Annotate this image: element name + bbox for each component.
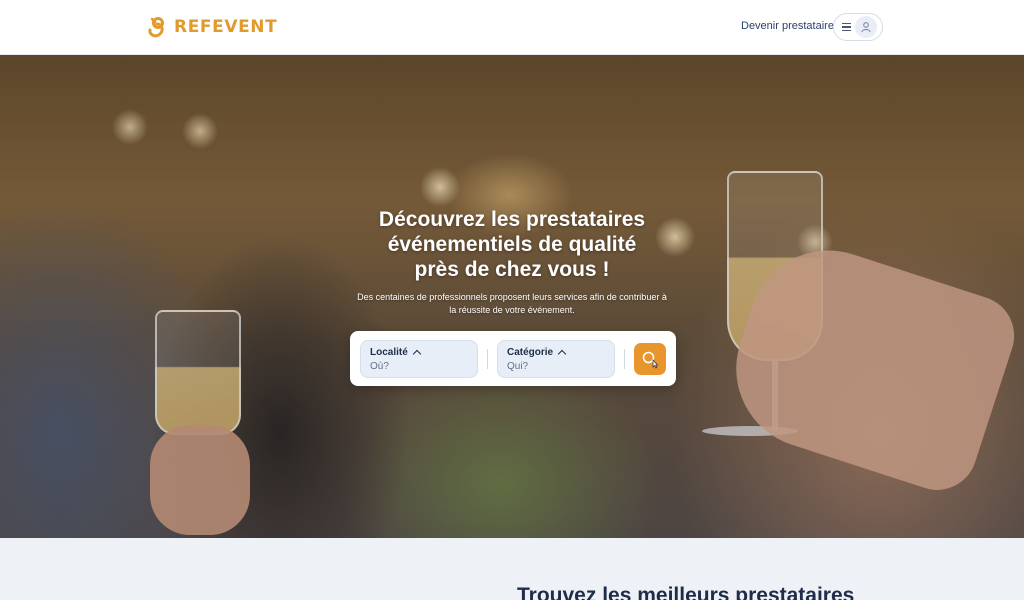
pointer-cursor-icon bbox=[652, 359, 659, 369]
hero-subtitle-line1: Des centaines de professionnels proposen… bbox=[357, 292, 667, 302]
category-label-row: Catégorie bbox=[507, 347, 605, 359]
hero-title-line1: Découvrez les prestataires bbox=[378, 208, 646, 231]
location-field[interactable]: Localité Où? bbox=[360, 340, 478, 378]
user-menu-button[interactable] bbox=[833, 13, 883, 41]
search-divider bbox=[487, 349, 488, 369]
become-provider-link[interactable]: Devenir prestataire bbox=[741, 20, 834, 32]
user-icon bbox=[855, 16, 877, 38]
category-field[interactable]: Catégorie Qui? bbox=[497, 340, 615, 378]
hero-subtitle-line2: la réussite de votre événement. bbox=[449, 305, 575, 315]
search-bar: Localité Où? Catégorie Qui? bbox=[350, 331, 676, 386]
location-label-row: Localité bbox=[370, 347, 468, 359]
chevron-up-icon bbox=[412, 349, 422, 359]
hamburger-icon bbox=[842, 23, 851, 31]
hero-title-line3: près de chez vous ! bbox=[414, 258, 610, 281]
hero-banner: Découvrez les prestataires événementiels… bbox=[0, 55, 1024, 538]
category-label: Catégorie bbox=[507, 347, 554, 358]
category-placeholder: Qui? bbox=[507, 361, 529, 372]
providers-section: Trouvez les meilleurs prestataires bbox=[0, 538, 1024, 600]
top-nav: REFEVENT Devenir prestataire bbox=[0, 0, 1024, 55]
location-placeholder: Où? bbox=[370, 361, 389, 372]
brand-logo[interactable]: REFEVENT bbox=[146, 15, 277, 39]
chevron-up-icon bbox=[557, 349, 567, 359]
hero-title-line2: événementiels de qualité bbox=[387, 233, 637, 256]
brand-name: REFEVENT bbox=[174, 17, 278, 37]
refevent-logo-icon bbox=[148, 17, 164, 38]
search-divider bbox=[624, 349, 625, 369]
search-button[interactable] bbox=[634, 343, 666, 375]
hero-title: Découvrez les prestataires événementiels… bbox=[312, 207, 712, 282]
search-icon bbox=[642, 351, 659, 369]
section-title: Trouvez les meilleurs prestataires bbox=[517, 584, 855, 600]
hero-subtitle: Des centaines de professionnels proposen… bbox=[344, 291, 680, 317]
location-label: Localité bbox=[370, 347, 408, 358]
